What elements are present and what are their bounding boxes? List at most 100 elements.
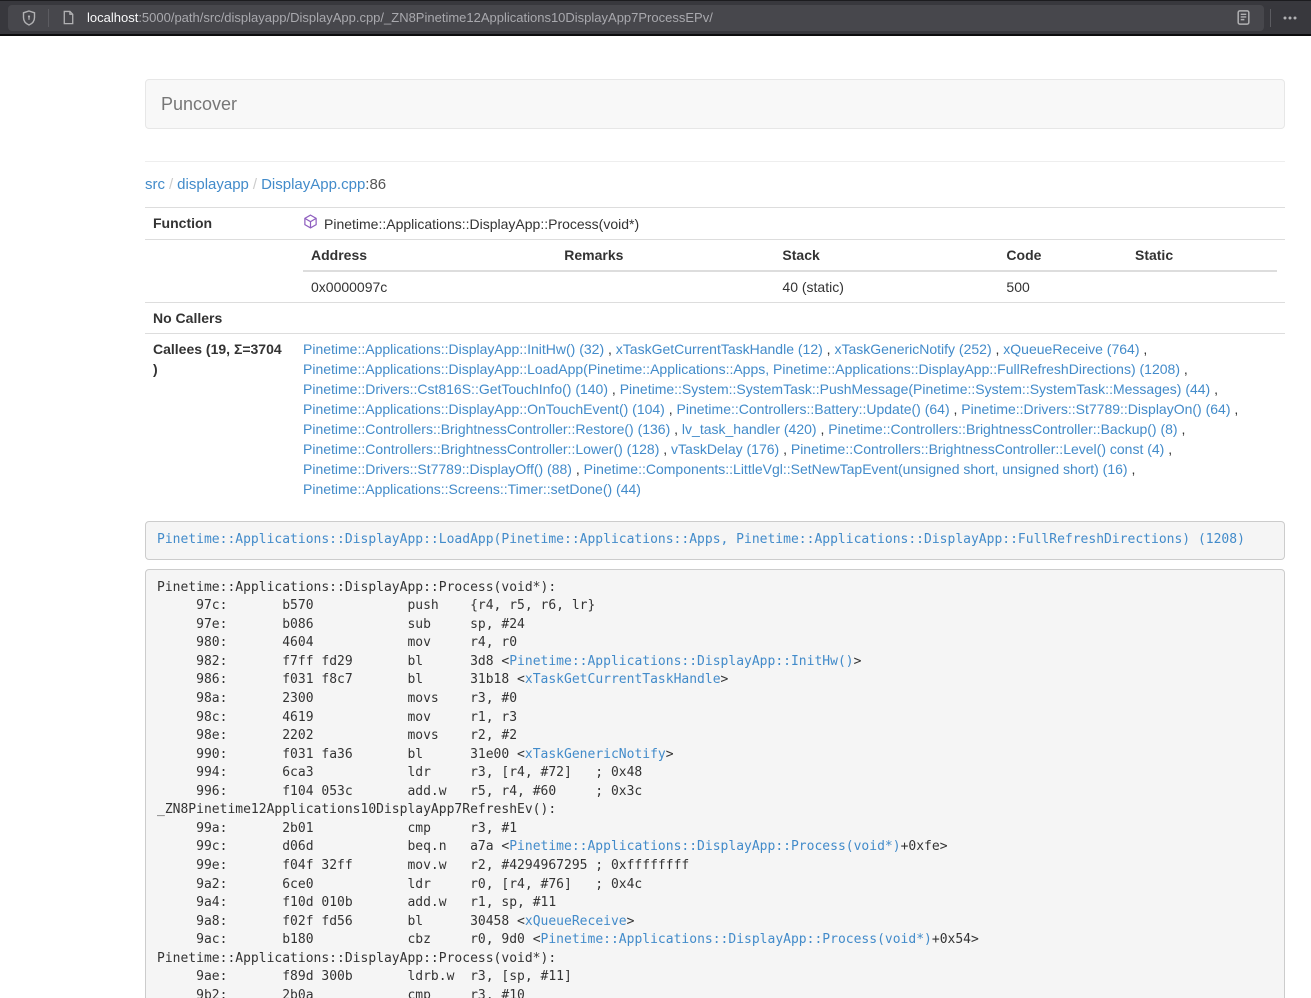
breadcrumb-separator: / [165,176,177,193]
page-icon[interactable] [55,5,81,31]
breadcrumb-separator: / [249,176,261,193]
stats-table: Address Remarks Stack Code Static 0x0000… [303,240,1277,302]
asm-symbol-link[interactable]: xTaskGetCurrentTaskHandle [525,672,721,687]
menu-icon[interactable] [1277,5,1303,31]
asm-symbol-link[interactable]: Pinetime::Applications::DisplayApp::Proc… [509,839,900,854]
value-address: 0x0000097c [303,271,556,302]
asm-text: > [854,654,862,669]
divider [145,161,1285,162]
asm-text: 99c: d06d beq.n a7a < [157,839,509,854]
highlighted-callee: Pinetime::Applications::DisplayApp::Load… [145,521,1285,560]
callee-link[interactable]: Pinetime::Applications::DisplayApp::Init… [303,341,604,357]
asm-symbol-link[interactable]: Pinetime::Applications::DisplayApp::Init… [509,654,853,669]
callee-link[interactable]: Pinetime::Controllers::BrightnessControl… [303,421,670,437]
disassembly: Pinetime::Applications::DisplayApp::Proc… [145,569,1285,998]
function-table: Function Pinetime::Applications::Display… [145,207,1285,504]
asm-text: 98a: 2300 movs r3, #0 [157,691,517,706]
navbar: Puncover [145,79,1285,129]
highlighted-callee-link[interactable]: Pinetime::Applications::DisplayApp::Load… [157,532,1245,547]
asm-symbol-link[interactable]: xQueueReceive [525,914,627,929]
breadcrumb: src/displayapp/DisplayApp.cpp:86 [145,176,1285,193]
value-stack: 40 (static) [774,271,998,302]
asm-text: _ZN8Pinetime12Applications10DisplayApp7R… [157,802,556,817]
asm-text: > [666,747,674,762]
asm-text: 99a: 2b01 cmp r3, #1 [157,821,517,836]
asm-text: +0x54> [932,932,979,947]
shield-icon[interactable] [16,5,42,31]
function-name: Pinetime::Applications::DisplayApp::Proc… [324,214,639,234]
callee-link[interactable]: Pinetime::System::SystemTask::PushMessag… [620,381,1211,397]
asm-text: > [627,914,635,929]
asm-text: Pinetime::Applications::DisplayApp::Proc… [157,951,556,966]
address-bar[interactable]: localhost:5000/path/src/displayapp/Displ… [8,5,1264,31]
reader-mode-icon[interactable] [1230,5,1256,31]
asm-text: 9b2: 2b0a cmp r3, #10 [157,988,525,998]
callee-link[interactable]: Pinetime::Controllers::BrightnessControl… [791,441,1164,457]
callee-link[interactable]: Pinetime::Controllers::BrightnessControl… [828,421,1177,437]
callee-link[interactable]: Pinetime::Applications::DisplayApp::Load… [303,361,1180,377]
asm-symbol-link[interactable]: xTaskGenericNotify [525,747,666,762]
callee-link[interactable]: xTaskGenericNotify (252) [834,341,991,357]
callees-list: Pinetime::Applications::DisplayApp::Init… [295,334,1285,505]
browser-toolbar: localhost:5000/path/src/displayapp/Displ… [0,0,1311,36]
callee-link[interactable]: Pinetime::Applications::DisplayApp::OnTo… [303,401,665,417]
callee-link[interactable]: xTaskGetCurrentTaskHandle (12) [616,341,823,357]
asm-text: > [721,672,729,687]
asm-text: 97e: b086 sub sp, #24 [157,617,525,632]
callee-link[interactable]: Pinetime::Controllers::BrightnessControl… [303,441,659,457]
asm-text: +0xfe> [901,839,948,854]
breadcrumb-line-number: :86 [365,176,386,193]
asm-text: 980: 4604 mov r4, r0 [157,635,517,650]
function-row: Function Pinetime::Applications::Display… [145,208,1285,240]
no-callers-label: No Callers [145,303,295,334]
toolbar-separator [1270,9,1271,27]
asm-text: 9a2: 6ce0 ldr r0, [r4, #76] ; 0x4c [157,877,642,892]
asm-text: 990: f031 fa36 bl 31e00 < [157,747,525,762]
asm-text: 98c: 4619 mov r1, r3 [157,710,517,725]
asm-text: 9a4: f10d 010b add.w r1, sp, #11 [157,895,556,910]
url-host: localhost [87,10,138,25]
asm-symbol-link[interactable]: Pinetime::Applications::DisplayApp::Proc… [541,932,932,947]
url-text[interactable]: localhost:5000/path/src/displayapp/Displ… [87,10,1230,25]
callee-link[interactable]: Pinetime::Controllers::Battery::Update()… [677,401,950,417]
url-path: :5000/path/src/displayapp/DisplayApp.cpp… [138,10,713,25]
page-content: Puncover src/displayapp/DisplayApp.cpp:8… [145,79,1285,998]
col-static: Static [1127,240,1277,271]
breadcrumb-item-displayapp[interactable]: displayapp [177,176,249,193]
stats-row: Address Remarks Stack Code Static 0x0000… [145,240,1285,303]
callee-link[interactable]: lv_task_handler (420) [682,421,817,437]
breadcrumb-item-src[interactable]: src [145,176,165,193]
callee-link[interactable]: Pinetime::Drivers::St7789::DisplayOff() … [303,461,572,477]
no-callers-row: No Callers [145,303,1285,334]
asm-text: 994: 6ca3 ldr r3, [r4, #72] ; 0x48 [157,765,642,780]
asm-text: 996: f104 053c add.w r5, r4, #60 ; 0x3c [157,784,642,799]
callee-link[interactable]: Pinetime::Applications::Screens::Timer::… [303,481,641,497]
toolbar-separator [48,9,49,27]
callee-link[interactable]: Pinetime::Drivers::Cst816S::GetTouchInfo… [303,381,608,397]
asm-text: 97c: b570 push {r4, r5, r6, lr} [157,598,595,613]
col-code: Code [998,240,1127,271]
asm-text: 98e: 2202 movs r2, #2 [157,728,517,743]
callees-label: Callees (19, Σ=3704 ) [145,334,295,505]
callee-link[interactable]: Pinetime::Drivers::St7789::DisplayOn() (… [961,401,1230,417]
callee-link[interactable]: vTaskDelay (176) [671,441,779,457]
value-static [1127,271,1277,302]
col-address: Address [303,240,556,271]
asm-text: 9ae: f89d 300b ldrb.w r3, [sp, #11] [157,969,572,984]
brand-title[interactable]: Puncover [146,94,252,115]
cube-icon [303,214,318,234]
asm-text: 986: f031 f8c7 bl 31b18 < [157,672,525,687]
asm-text: 9ac: b180 cbz r0, 9d0 < [157,932,541,947]
function-label: Function [145,208,295,240]
callees-row: Callees (19, Σ=3704 ) Pinetime::Applicat… [145,334,1285,505]
asm-text: 9a8: f02f fd56 bl 30458 < [157,914,525,929]
col-remarks: Remarks [556,240,774,271]
col-stack: Stack [774,240,998,271]
callee-link[interactable]: xQueueReceive (764) [1003,341,1139,357]
callee-link[interactable]: Pinetime::Components::LittleVgl::SetNewT… [584,461,1128,477]
breadcrumb-item-file[interactable]: DisplayApp.cpp [261,176,365,193]
asm-text: Pinetime::Applications::DisplayApp::Proc… [157,580,556,595]
asm-text: 99e: f04f 32ff mov.w r2, #4294967295 ; 0… [157,858,689,873]
value-code: 500 [998,271,1127,302]
asm-text: 982: f7ff fd29 bl 3d8 < [157,654,509,669]
